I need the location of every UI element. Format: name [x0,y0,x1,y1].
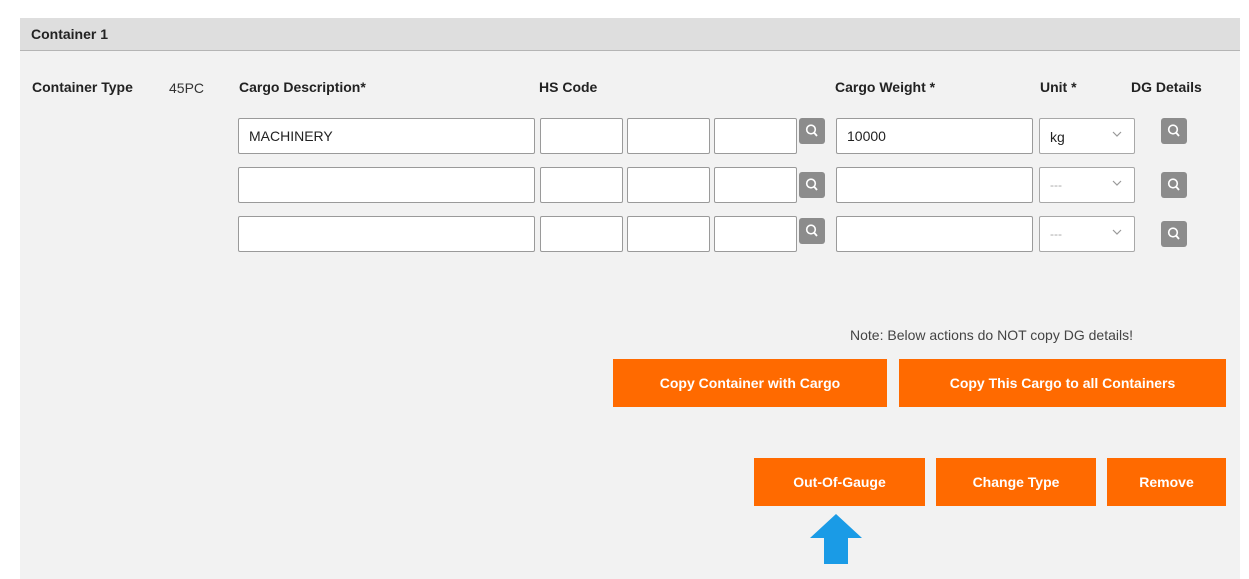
unit-select-value: --- [1050,227,1062,241]
hs-code-input-1[interactable] [540,167,623,203]
dg-details-search-button[interactable] [1161,118,1187,144]
search-icon [1167,227,1180,240]
cargo-description-header: Cargo Description* [239,79,366,95]
cargo-weight-input[interactable] [836,216,1033,252]
cargo-description-input[interactable] [238,216,535,252]
search-icon [1167,124,1180,137]
copy-cargo-to-all-containers-button[interactable]: Copy This Cargo to all Containers [899,359,1226,407]
unit-select-value: --- [1050,178,1062,192]
out-of-gauge-button[interactable]: Out-Of-Gauge [754,458,925,506]
unit-header: Unit * [1040,79,1077,95]
hs-code-input-2[interactable] [627,167,710,203]
search-icon [1167,178,1180,191]
chevron-down-icon [1112,229,1122,235]
remove-button[interactable]: Remove [1107,458,1226,506]
container-type-value: 45PC [169,80,205,96]
change-type-button[interactable]: Change Type [936,458,1096,506]
hs-code-search-button[interactable] [799,218,825,244]
copy-container-with-cargo-button[interactable]: Copy Container with Cargo [613,359,887,407]
search-icon [805,178,818,191]
dg-details-header: DG Details [1131,79,1202,95]
hs-code-header: HS Code [539,79,598,95]
cargo-description-input[interactable] [238,167,535,203]
container-header: Container 1 [20,18,1240,51]
hs-code-search-button[interactable] [799,172,825,198]
hs-code-input-2[interactable] [627,216,710,252]
hs-code-input-2[interactable] [627,118,710,154]
hs-code-input-1[interactable] [540,118,623,154]
dg-copy-note: Note: Below actions do NOT copy DG detai… [850,327,1133,343]
search-icon [805,124,818,137]
hs-code-input-3[interactable] [714,167,797,203]
search-icon [805,224,818,237]
cargo-description-input[interactable] [238,118,535,154]
unit-select[interactable]: kg [1039,118,1135,154]
unit-select-value: kg [1050,129,1065,145]
dg-details-search-button[interactable] [1161,221,1187,247]
hs-code-input-3[interactable] [714,216,797,252]
chevron-down-icon [1112,131,1122,137]
hs-code-input-1[interactable] [540,216,623,252]
hs-code-input-3[interactable] [714,118,797,154]
container-panel: Container 1 Container Type 45PC Cargo De… [20,18,1240,579]
dg-details-search-button[interactable] [1161,172,1187,198]
container-type-label: Container Type [32,79,133,95]
unit-select[interactable]: --- [1039,216,1135,252]
unit-select[interactable]: --- [1039,167,1135,203]
hs-code-search-button[interactable] [799,118,825,144]
cargo-weight-input[interactable] [836,167,1033,203]
cargo-weight-header: Cargo Weight * [835,79,936,95]
arrow-up-icon [810,514,862,564]
container-title: Container 1 [31,26,109,42]
cargo-weight-input[interactable] [836,118,1033,154]
chevron-down-icon [1112,180,1122,186]
